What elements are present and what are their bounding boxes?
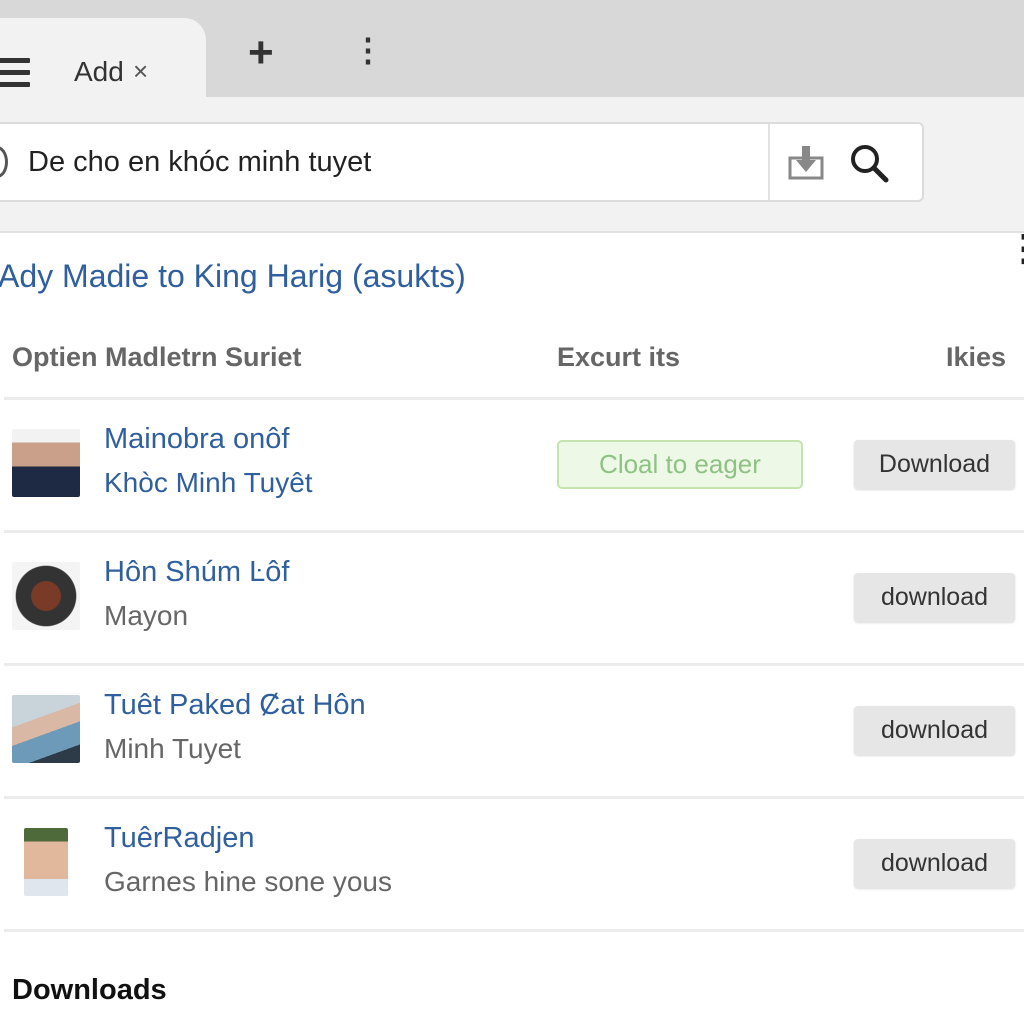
item-subtitle[interactable]: Khòc Minh Tuyêt bbox=[104, 467, 313, 499]
list-item: Mainobra onôf Khòc Minh Tuyêt Cloal to e… bbox=[0, 399, 1024, 532]
tab-active[interactable]: Add × bbox=[0, 18, 206, 98]
column-header-action: Ikies bbox=[946, 342, 1007, 372]
list-item: Hôn Shúm Ŀôf Mayon download bbox=[0, 532, 1024, 665]
more-icon[interactable]: ⋮ bbox=[1006, 230, 1024, 266]
item-title[interactable]: Mainobra onôf bbox=[104, 423, 289, 456]
status-badge[interactable]: Cloal to eager bbox=[557, 440, 803, 489]
list-item: TuêrRadjen Garnes hine sone yous downloa… bbox=[0, 798, 1024, 931]
avatar bbox=[12, 429, 80, 497]
search-icon[interactable] bbox=[848, 142, 890, 184]
item-title[interactable]: TuêrRadjen bbox=[104, 822, 254, 855]
download-button[interactable]: Download bbox=[854, 440, 1015, 489]
column-header-title: Optien Madletrn Suriet bbox=[12, 342, 302, 372]
divider bbox=[768, 124, 770, 200]
item-subtitle: Mayon bbox=[104, 600, 189, 631]
item-title[interactable]: Hôn Shúm Ŀôf bbox=[104, 556, 289, 589]
avatar bbox=[12, 695, 80, 763]
list-item: Tuêt Paked Ȼat Hôn Minh Tuyet download bbox=[0, 665, 1024, 798]
avatar bbox=[12, 562, 80, 630]
tab-title: Add bbox=[74, 56, 124, 87]
hamburger-icon[interactable] bbox=[0, 58, 30, 88]
divider bbox=[4, 929, 1024, 932]
tab-more-icon[interactable]: ⋮ bbox=[352, 34, 384, 66]
item-subtitle: Minh Tuyet bbox=[104, 733, 241, 764]
section-heading-downloads: Downloads bbox=[12, 974, 167, 1006]
new-tab-button[interactable]: + bbox=[248, 28, 274, 78]
tab-strip: Add × + ⋮ bbox=[0, 0, 1024, 98]
page-title[interactable]: Ady Madie to King Harig (asukts) bbox=[0, 258, 466, 295]
site-info-icon[interactable] bbox=[0, 146, 8, 178]
item-subtitle: Garnes hine sone yous bbox=[104, 866, 392, 897]
address-bar[interactable]: De cho en khóc minh tuyet bbox=[0, 122, 924, 202]
download-button[interactable]: download bbox=[854, 839, 1015, 888]
column-header-status: Excurt its bbox=[557, 342, 681, 372]
download-icon[interactable] bbox=[788, 144, 824, 180]
address-input[interactable]: De cho en khóc minh tuyet bbox=[28, 146, 371, 179]
toolbar: De cho en khóc minh tuyet ⋮ bbox=[0, 97, 1024, 266]
download-button[interactable]: download bbox=[854, 706, 1015, 755]
download-button[interactable]: download bbox=[854, 573, 1015, 622]
avatar bbox=[24, 828, 68, 896]
item-title[interactable]: Tuêt Paked Ȼat Hôn bbox=[104, 689, 366, 722]
tab-close-icon[interactable]: × bbox=[133, 56, 148, 87]
